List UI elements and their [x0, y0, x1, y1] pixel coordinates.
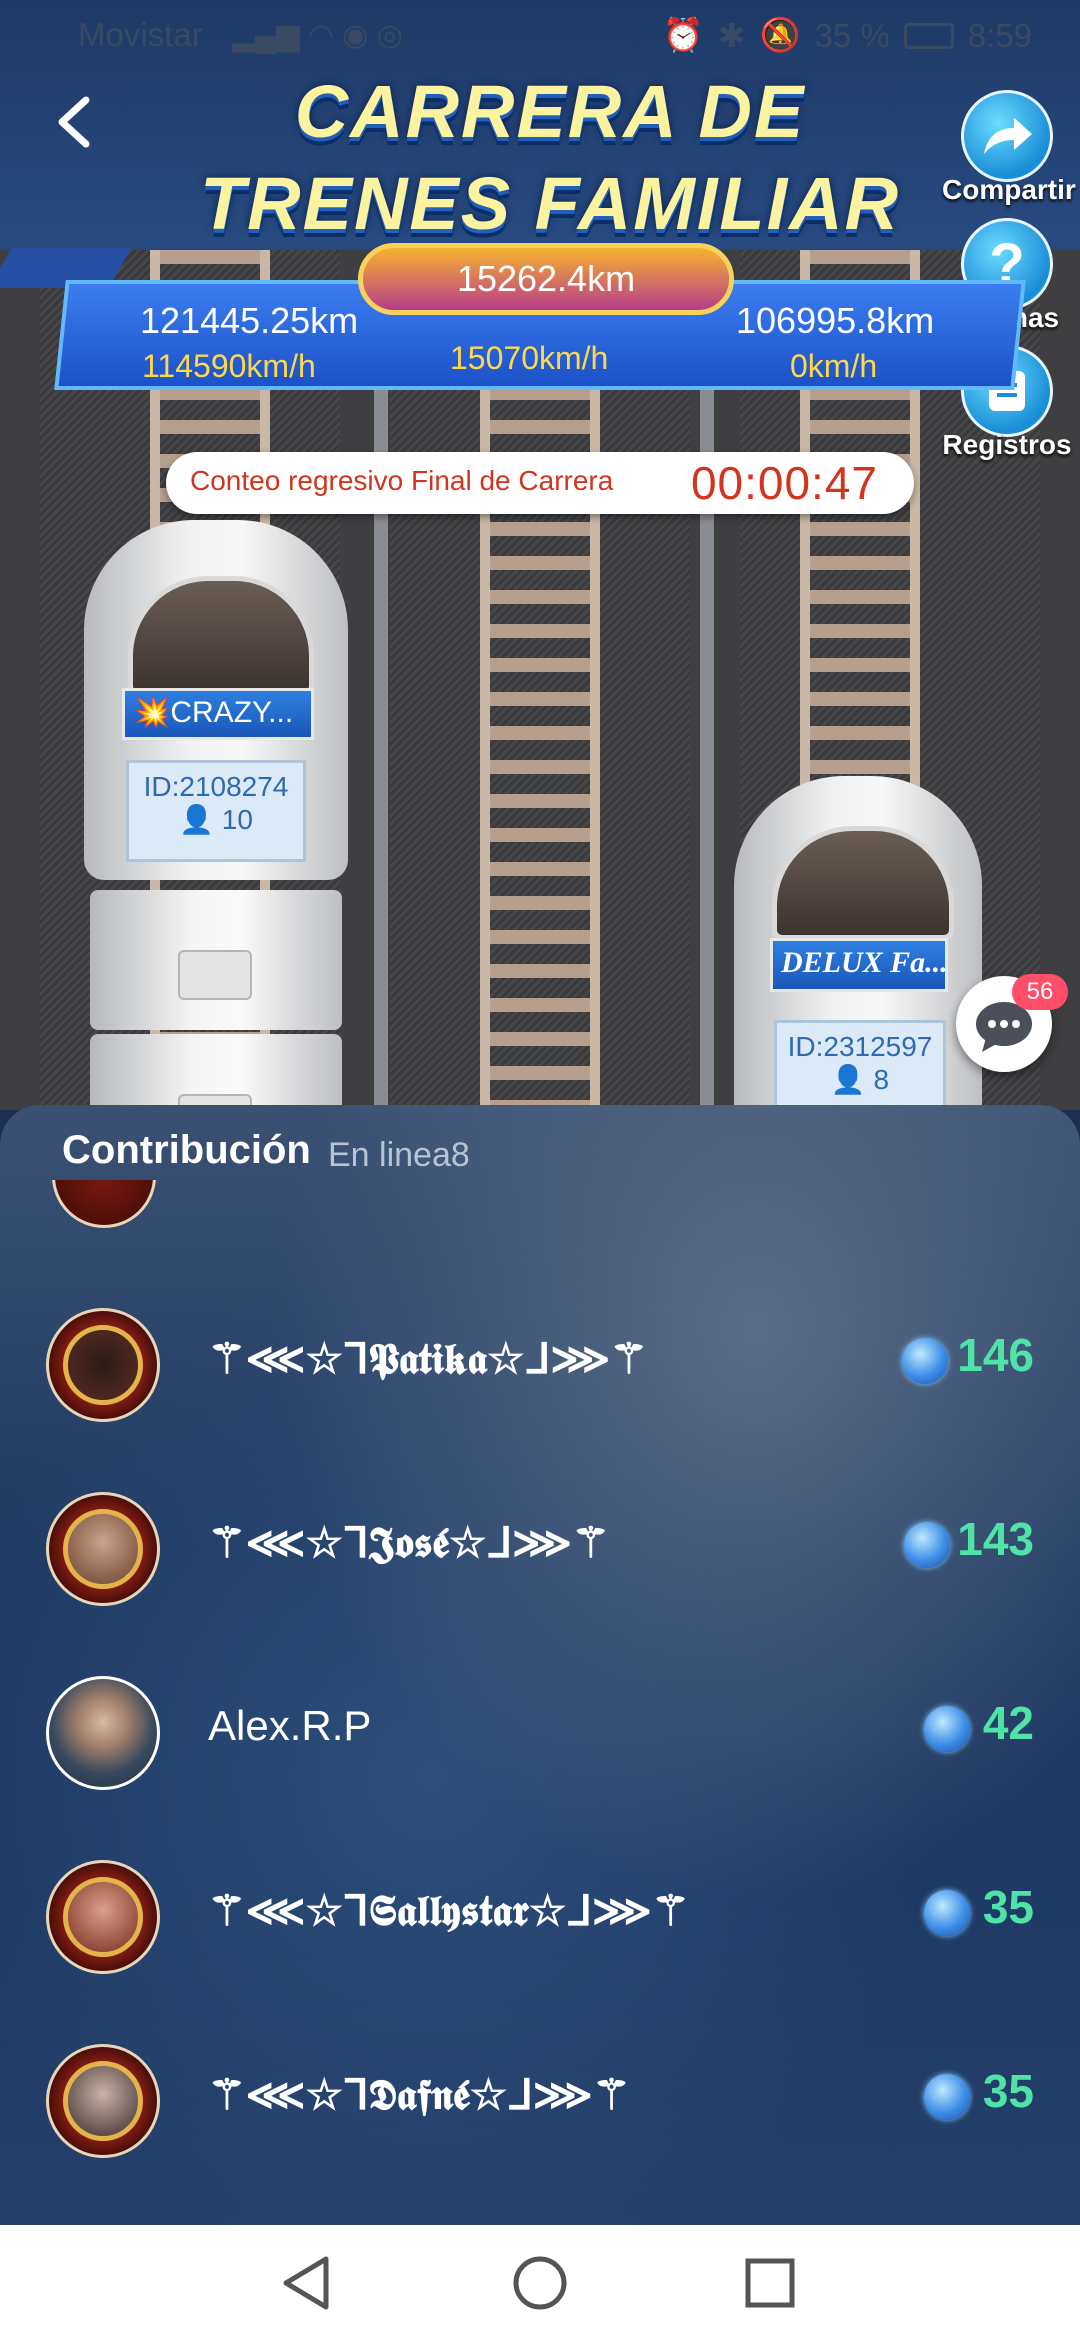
contributor-name: Alex.R.P	[208, 1702, 372, 1749]
avatar-partial	[52, 1180, 156, 1240]
list-item[interactable]: ⚚⋘☆ᒣ𝕻𝖆𝖙𝖎𝖐𝖆☆ᒧ⋙⚚ 146	[0, 1290, 1080, 1440]
contributor-name: ⚚⋘☆ᒣ𝕻𝖆𝖙𝖎𝖐𝖆☆ᒧ⋙⚚	[208, 1334, 648, 1383]
gem-icon	[904, 1522, 950, 1568]
alarm-icon: ⏰	[662, 16, 704, 53]
triangle-back-icon	[283, 2256, 329, 2310]
center-speed: 15070km/h	[450, 340, 609, 376]
contributor-name: ⚚⋘☆ᒣ𝕵𝖔𝖘𝖊́☆ᒧ⋙⚚	[208, 1518, 610, 1567]
title-line-2: TRENES FAMILIAR	[199, 162, 901, 245]
train-members-row: 👤 8	[777, 1063, 943, 1096]
countdown-bar: Conteo regresivo Final de Carrera 00:00:…	[166, 452, 914, 514]
list-item[interactable]: ⚚⋘☆ᒣ𝕵𝖔𝖘𝖊́☆ᒧ⋙⚚ 143	[0, 1474, 1080, 1624]
panel-title: Contribución	[62, 1128, 311, 1172]
avatar	[46, 1308, 160, 1422]
train-car	[90, 890, 342, 1030]
user-icon: 👤	[830, 1064, 866, 1095]
records-label: Registros	[942, 429, 1072, 460]
back-button[interactable]	[48, 92, 108, 152]
nav-recents-button[interactable]	[740, 2253, 800, 2318]
train-members: 10	[221, 804, 253, 835]
gem-icon	[924, 1890, 970, 1936]
gem-icon	[902, 1338, 948, 1384]
left-distance: 121445.25km	[140, 300, 359, 341]
countdown-label: Conteo regresivo Final de Carrera	[190, 465, 614, 496]
center-distance: 15262.4km	[456, 258, 636, 299]
train-members-row: 👤 10	[129, 803, 303, 836]
battery-label: 35 %	[814, 16, 890, 54]
train-name: 💥CRAZY...	[122, 688, 314, 740]
contributor-score: 42	[982, 1697, 1034, 1749]
contributor-name: ⚚⋘☆ᒣ𝕾𝖆𝖑𝖑𝖞𝖘𝖙𝖆𝖗☆ᒧ⋙⚚	[208, 1886, 690, 1935]
contributor-score: 146	[957, 1329, 1034, 1381]
system-nav-bar	[0, 2225, 1080, 2340]
center-distance-pill: 15262.4km	[358, 243, 734, 315]
train-id-box: ID:2108274 👤 10	[126, 760, 306, 862]
circle-home-icon	[513, 2256, 567, 2310]
mute-icon: 🔕	[759, 16, 801, 53]
list-item[interactable]: ⚚⋘☆ᒣ𝕯𝖆𝖋𝖓𝖊́☆ᒧ⋙⚚ 35	[0, 2026, 1080, 2176]
user-icon: 👤	[179, 804, 214, 835]
gem-icon	[924, 1706, 970, 1752]
left-speed: 114590km/h	[142, 348, 316, 384]
train-id: ID:2108274	[143, 771, 289, 802]
gem-icon	[924, 2074, 970, 2120]
square-recents-icon	[745, 2258, 795, 2308]
time-label: 8:59	[967, 16, 1032, 54]
share-label: Compartir	[942, 174, 1076, 205]
signal-icons: ▂▄▆ ◠ ◉ ◎	[232, 19, 403, 52]
right-distance: 106995.8km	[736, 300, 935, 341]
avatar	[46, 2044, 160, 2158]
status-right: ⏰ ✱ 🔕 35 % 8:59	[663, 16, 1032, 55]
train-id: ID:2312597	[787, 1031, 933, 1062]
avatar	[46, 1676, 160, 1790]
avatar	[46, 1492, 160, 1606]
train-members: 8	[873, 1064, 890, 1095]
title-line-1: CARRERA DE	[294, 70, 806, 153]
battery-icon	[903, 22, 954, 49]
carrier-label: Movistar	[78, 16, 203, 53]
avatar	[46, 1860, 160, 1974]
share-arrow-icon	[961, 90, 1053, 182]
share-button[interactable]: Compartir	[942, 90, 1076, 206]
chat-badge: 56	[1012, 974, 1068, 1010]
list-item[interactable]: Alex.R.P 42	[0, 1658, 1080, 1808]
panel-subtitle: En linea8	[328, 1136, 470, 1174]
status-bar: Movistar ▂▄▆ ◠ ◉ ◎ ⏰ ✱ 🔕 35 % 8:59	[0, 0, 1080, 72]
list-item[interactable]: ⚚⋘☆ᒣ𝕾𝖆𝖑𝖑𝖞𝖘𝖙𝖆𝖗☆ᒧ⋙⚚ 35	[0, 1842, 1080, 1992]
nav-back-button[interactable]	[276, 2253, 336, 2318]
chevron-left-icon	[58, 96, 90, 148]
contributor-name: ⚚⋘☆ᒣ𝕯𝖆𝖋𝖓𝖊́☆ᒧ⋙⚚	[208, 2070, 631, 2119]
page-title: CARRERA DE TRENES FAMILIAR	[150, 66, 950, 250]
countdown-time: 00:00:47	[690, 457, 878, 509]
right-speed: 0km/h	[790, 348, 878, 384]
contributor-score: 35	[982, 1881, 1034, 1933]
nav-home-button[interactable]	[510, 2253, 570, 2318]
bluetooth-icon: ✱	[717, 17, 746, 54]
train-name: DELUX Fa...	[770, 938, 948, 992]
contributor-score: 143	[957, 1513, 1034, 1565]
contributor-score: 35	[982, 2065, 1034, 2117]
